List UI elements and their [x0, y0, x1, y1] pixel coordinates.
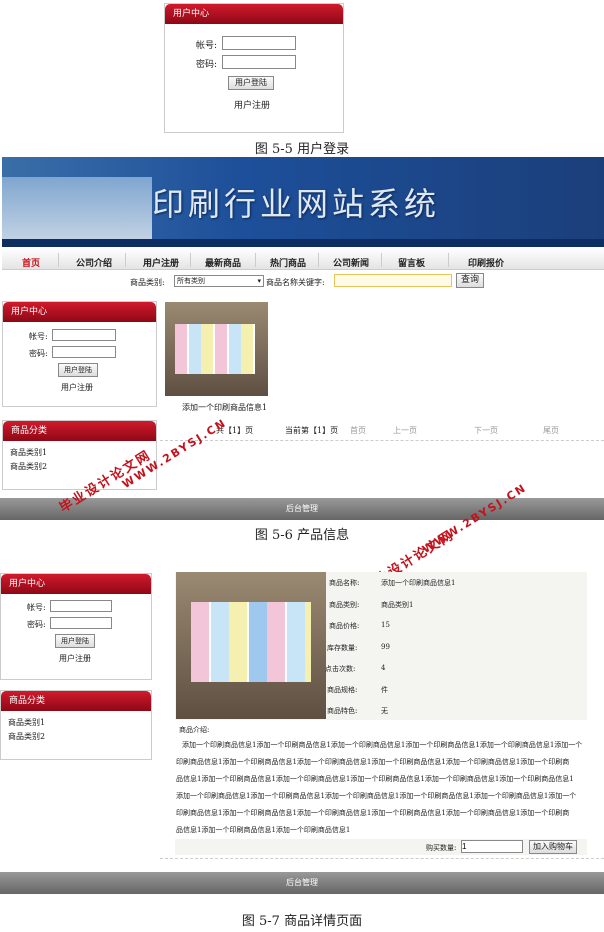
- quantity-label: 购买数量:: [426, 844, 457, 852]
- account-label: 帐号:: [29, 332, 48, 341]
- password-label: 密码:: [27, 620, 46, 629]
- site-banner: 印刷行业网站系统: [2, 157, 604, 247]
- register-link[interactable]: 用户注册: [61, 382, 93, 393]
- category-select[interactable]: 所有类别 ▾: [174, 275, 264, 287]
- category-label: 商品类别:: [130, 278, 165, 287]
- pager-current: 当前第【1】页: [285, 426, 339, 435]
- product-thumbnail[interactable]: [165, 302, 268, 396]
- quantity-input[interactable]: [461, 840, 523, 853]
- intro-line: 添加一个印刷商品信息1添加一个印刷商品信息1添加一个印刷商品信息1添加一个印刷商…: [182, 741, 583, 749]
- nav-quote[interactable]: 印刷报价: [468, 256, 504, 269]
- user-center-title: 用户中心: [3, 302, 156, 322]
- account-label: 帐号:: [196, 41, 218, 51]
- banner-title: 印刷行业网站系统: [152, 185, 441, 223]
- nav-news[interactable]: 公司新闻: [333, 256, 369, 269]
- detail-label: 商品名称:: [329, 579, 360, 587]
- intro-label: 商品介绍:: [179, 726, 210, 734]
- detail-value: 15: [381, 621, 390, 629]
- intro-line: 品信息1添加一个印刷商品信息1添加一个印刷商品信息1: [176, 826, 351, 834]
- register-link[interactable]: 用户注册: [59, 653, 91, 664]
- login-button[interactable]: 用户登陆: [55, 634, 95, 648]
- nav-register[interactable]: 用户注册: [143, 256, 179, 269]
- detail-label: 商品价格:: [329, 622, 360, 630]
- register-link[interactable]: 用户注册: [234, 98, 270, 111]
- detail-label: 点击次数:: [325, 665, 356, 673]
- account-input[interactable]: [50, 600, 112, 612]
- detail-value: 无: [381, 707, 388, 715]
- detail-label: 商品规格:: [327, 686, 358, 694]
- intro-line: 印刷商品信息1添加一个印刷商品信息1添加一个印刷商品信息1添加一个印刷商品信息1…: [176, 809, 570, 817]
- product-image: [176, 572, 326, 719]
- pager-prev[interactable]: 上一页: [393, 425, 417, 436]
- intro-line: 添加一个印刷商品信息1添加一个印刷商品信息1添加一个印刷商品信息1添加一个印刷商…: [176, 792, 577, 800]
- keyword-input[interactable]: [334, 274, 452, 287]
- nav-home[interactable]: 首页: [22, 256, 40, 269]
- pager-last[interactable]: 尾页: [543, 425, 559, 436]
- detail-label: 库存数量:: [327, 644, 358, 652]
- figure-caption-5-7: 图 5-7 商品详情页面: [241, 914, 363, 929]
- purchase-bar: [175, 839, 587, 855]
- category-panel-title: 商品分类: [1, 691, 151, 711]
- password-label: 密码:: [29, 349, 48, 358]
- login-button[interactable]: 用户登陆: [58, 363, 98, 377]
- nav-new-products[interactable]: 最新商品: [205, 256, 241, 269]
- password-label: 密码:: [196, 60, 218, 70]
- intro-line: 品信息1添加一个印刷商品信息1添加一个印刷商品信息1添加一个印刷商品信息1添加一…: [176, 775, 574, 783]
- account-input[interactable]: [52, 329, 116, 341]
- figure-caption-5-5: 图 5-5 用户登录: [254, 142, 350, 157]
- product-name-link[interactable]: 添加一个印刷商品信息1: [182, 402, 267, 413]
- category-item[interactable]: 商品类别1: [8, 717, 45, 728]
- detail-label: 商品类别:: [329, 601, 360, 609]
- pager-first[interactable]: 首页: [350, 425, 366, 436]
- keyword-label: 商品名称关键字:: [266, 278, 325, 287]
- category-item[interactable]: 商品类别2: [8, 731, 45, 742]
- chevron-down-icon: ▾: [257, 277, 261, 285]
- nav-hot-products[interactable]: 热门商品: [270, 256, 306, 269]
- password-input[interactable]: [50, 617, 112, 629]
- password-input[interactable]: [222, 55, 296, 69]
- figure-caption-5-6: 图 5-6 产品信息: [254, 528, 350, 543]
- detail-value: 99: [381, 643, 390, 651]
- detail-value: 4: [381, 664, 386, 672]
- search-button[interactable]: 查询: [456, 273, 484, 288]
- login-panel-title: 用户中心: [165, 4, 343, 24]
- category-item[interactable]: 商品类别1: [10, 447, 47, 458]
- add-to-cart-button[interactable]: 加入购物车: [529, 840, 577, 854]
- nav-about[interactable]: 公司介绍: [76, 256, 112, 269]
- nav-guestbook[interactable]: 留言板: [398, 256, 425, 269]
- intro-line: 印刷商品信息1添加一个印刷商品信息1添加一个印刷商品信息1添加一个印刷商品信息1…: [176, 758, 570, 766]
- category-panel-title: 商品分类: [3, 421, 156, 441]
- account-label: 帐号:: [27, 603, 46, 612]
- detail-label: 商品特色:: [327, 707, 358, 715]
- detail-value: 件: [381, 686, 388, 694]
- detail-value: 添加一个印刷商品信息1: [381, 579, 456, 587]
- pager-next[interactable]: 下一页: [474, 425, 498, 436]
- admin-footer[interactable]: 后台管理: [0, 872, 604, 894]
- account-input[interactable]: [222, 36, 296, 50]
- password-input[interactable]: [52, 346, 116, 358]
- user-center-title: 用户中心: [1, 574, 151, 594]
- login-button[interactable]: 用户登陆: [228, 76, 274, 90]
- city-skyline-image: [2, 177, 152, 247]
- category-item[interactable]: 商品类别2: [10, 461, 47, 472]
- detail-value: 商品类别1: [381, 601, 414, 609]
